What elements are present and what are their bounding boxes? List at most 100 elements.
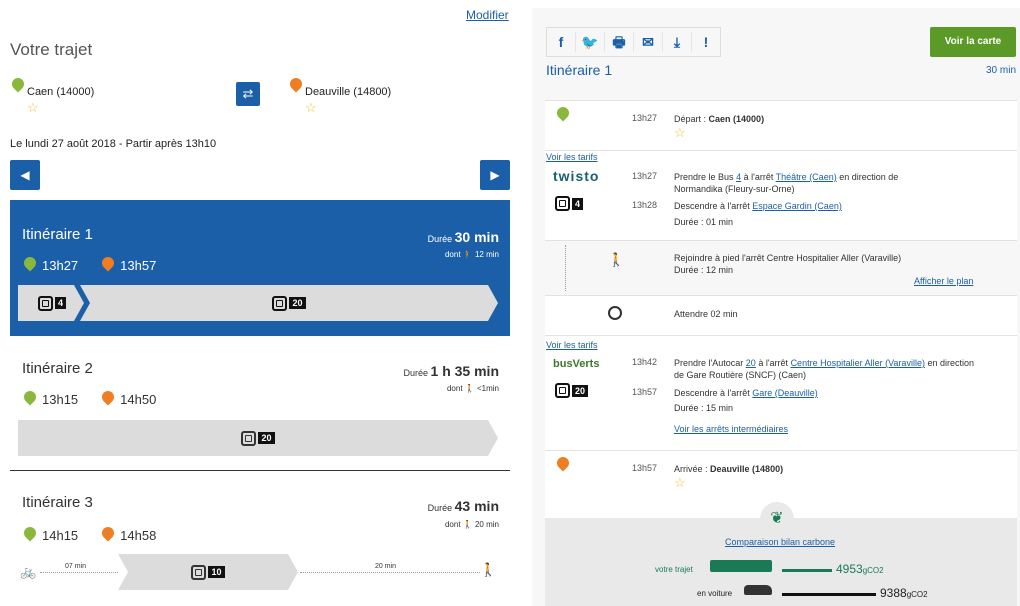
- unit: gCO2: [862, 566, 884, 575]
- carbon-link[interactable]: Comparaison bilan carbone: [725, 537, 835, 547]
- step-time: 13h57: [632, 387, 658, 397]
- intermediate-stops-link[interactable]: Voir les arrêts intermédiaires: [674, 424, 788, 434]
- arrival-pin-icon: [99, 524, 117, 543]
- segment-bus-10: 10: [118, 554, 298, 590]
- value: 9388: [880, 586, 907, 600]
- arrival-time: 14h58: [120, 527, 157, 543]
- walk-duration: dont 🚶 <1min: [447, 384, 499, 393]
- car-icon: [744, 585, 772, 595]
- step-duration: Durée : 01 min: [674, 217, 734, 227]
- value: 4953: [836, 562, 863, 576]
- times-row: 14h15 14h58: [21, 524, 157, 543]
- stop-link[interactable]: Théâtre (Caen): [776, 172, 837, 182]
- departure-pin-icon: [21, 254, 39, 273]
- walk-icon: 🚶: [462, 520, 473, 529]
- twitter-icon[interactable]: 🐦: [576, 32, 605, 52]
- bus-icon: [272, 296, 287, 311]
- walk-value: 20 min: [474, 520, 499, 529]
- show-plan-link[interactable]: Afficher le plan: [914, 276, 973, 286]
- trip-label: votre trajet: [655, 565, 693, 574]
- favorite-star-icon[interactable]: ☆: [674, 126, 686, 139]
- bus-line-badge: 20: [555, 383, 589, 403]
- step-time: 13h27: [632, 171, 658, 181]
- departure-pin-icon: [21, 524, 39, 543]
- stop-link[interactable]: Gare (Deauville): [752, 388, 818, 398]
- walk-value: 12 min: [474, 250, 499, 259]
- duration-label: Durée: [403, 368, 429, 378]
- departure-time: 13h27: [42, 257, 79, 273]
- walk-duration: dont 🚶 20 min: [445, 520, 499, 529]
- mail-icon[interactable]: ✉: [634, 32, 663, 52]
- duration-value: 43 min: [454, 498, 499, 514]
- date-line: Le lundi 27 août 2018 - Partir après 13h…: [10, 138, 217, 150]
- destination-label[interactable]: Deauville (14800): [305, 86, 391, 98]
- bike-icon: 🚲: [20, 564, 37, 579]
- arrival-time: 14h50: [120, 391, 157, 407]
- arrow-right-icon: ▶: [490, 168, 500, 182]
- walk-end-duration: 20 min: [375, 563, 397, 570]
- text: à l'arrêt: [743, 172, 774, 182]
- unit: gCO2: [906, 590, 928, 599]
- duration-value: 1 h 35 min: [430, 363, 499, 379]
- favorite-star-icon[interactable]: ☆: [674, 476, 686, 489]
- tarifs-link[interactable]: Voir les tarifs: [546, 152, 598, 162]
- duration: Durée 43 min: [428, 498, 499, 514]
- step-time: 13h57: [632, 463, 658, 473]
- itinerary-title: Itinéraire 1: [22, 226, 93, 243]
- step-depart: [545, 100, 1017, 150]
- departure-time: 14h15: [42, 527, 79, 543]
- itinerary-title: Itinéraire 2: [22, 360, 93, 377]
- tarifs-link[interactable]: Voir les tarifs: [546, 340, 598, 350]
- arrow-left-icon: ◀: [20, 168, 30, 182]
- text: en direction de: [839, 172, 899, 182]
- bus-line-badge: 4: [555, 196, 584, 216]
- bus-icon: [191, 564, 207, 580]
- text: Prendre le Bus: [674, 172, 734, 182]
- step-text: Descendre à l'arrêt Gare (Deauville): [674, 387, 818, 399]
- facebook-icon[interactable]: f: [547, 32, 576, 52]
- segment-bus-4: 4: [18, 285, 84, 321]
- step-text: Descendre à l'arrêt Espace Gardin (Caen): [674, 200, 842, 212]
- itinerary-title: Itinéraire 3: [22, 494, 93, 511]
- print-icon[interactable]: 🖶: [605, 32, 634, 52]
- text: Prendre l'Autocar: [674, 358, 744, 368]
- line-link[interactable]: 4: [736, 172, 741, 182]
- bus-icon: [555, 383, 570, 398]
- destination-favorite-star-icon[interactable]: ☆: [305, 101, 317, 114]
- line-number: 20: [289, 297, 305, 309]
- line-link[interactable]: 20: [746, 358, 756, 368]
- departure-time: 13h15: [42, 391, 79, 407]
- text: Descendre à l'arrêt: [674, 201, 750, 211]
- stop-link[interactable]: Espace Gardin (Caen): [752, 201, 842, 211]
- twisto-logo: twisto: [553, 168, 600, 184]
- segment-bus-20: 20: [80, 285, 498, 321]
- walk-icon: 🚶: [608, 252, 625, 267]
- step-time: 13h42: [632, 357, 658, 367]
- walk-icon: 🚶: [462, 250, 473, 259]
- walk-value: <1min: [476, 384, 499, 393]
- swap-button[interactable]: ⇄: [236, 82, 260, 106]
- arrival-pin-icon: [554, 454, 572, 478]
- previous-button[interactable]: ◀: [10, 160, 40, 190]
- show-map-button[interactable]: Voir la carte: [930, 27, 1016, 57]
- itinerary-card-3[interactable]: Itinéraire 3 Durée 43 min dont 🚶 20 min …: [10, 482, 510, 602]
- total-duration: 30 min: [985, 65, 1016, 76]
- origin-label[interactable]: Caen (14000): [27, 86, 94, 98]
- next-button[interactable]: ▶: [480, 160, 510, 190]
- stop-link[interactable]: Centre Hospitalier Aller (Varaville): [791, 358, 925, 368]
- duration: Durée 1 h 35 min: [404, 363, 500, 379]
- text: Descendre à l'arrêt: [674, 388, 750, 398]
- leaf-icon: ❦: [760, 502, 794, 536]
- itinerary-card-2[interactable]: Itinéraire 2 Durée 1 h 35 min dont 🚶 <1m…: [10, 350, 510, 466]
- step-text: Prendre l'Autocar 20 à l'arrêt Centre Ho…: [674, 357, 974, 381]
- modify-link[interactable]: Modifier: [466, 8, 509, 22]
- alert-icon[interactable]: !: [692, 32, 720, 52]
- busverts-logo: busVerts: [553, 358, 600, 370]
- origin-favorite-star-icon[interactable]: ☆: [27, 101, 39, 114]
- line-number: 20: [572, 384, 589, 397]
- step-text: Prendre le Bus 4 à l'arrêt Théâtre (Caen…: [674, 171, 944, 195]
- itinerary-card-1[interactable]: Itinéraire 1 Durée 30 min dont 🚶 12 min …: [10, 200, 510, 336]
- step-text: Arrivée : Deauville (14800): [674, 463, 783, 475]
- download-icon[interactable]: ⤓: [663, 32, 692, 52]
- arrival-time: 13h57: [120, 257, 157, 273]
